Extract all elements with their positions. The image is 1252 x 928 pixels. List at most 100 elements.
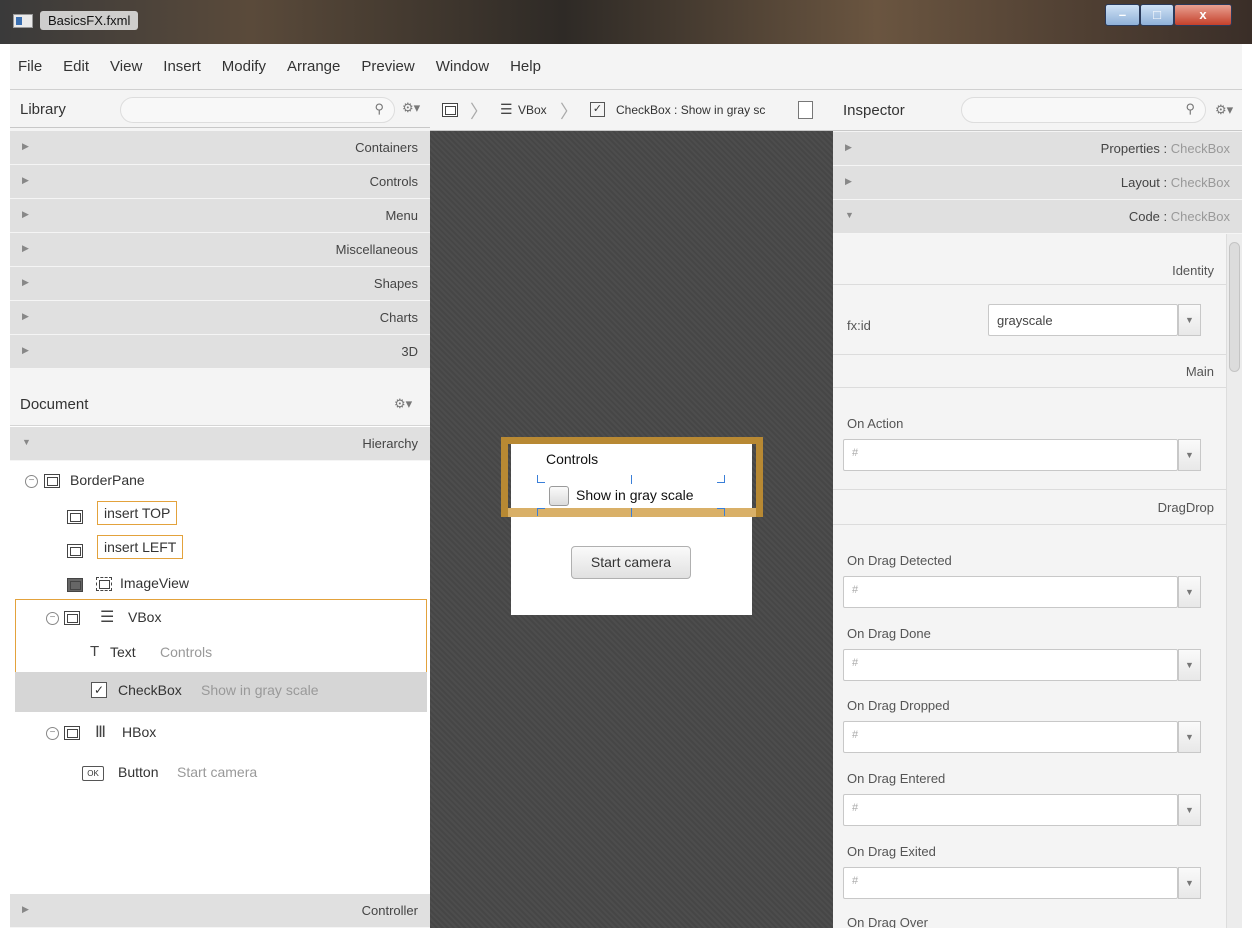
tree-label: BorderPane <box>70 472 145 488</box>
borderpane-crumb-icon[interactable] <box>442 103 458 117</box>
resize-handle[interactable] <box>537 475 545 483</box>
section-label: Controls <box>369 174 418 189</box>
section-name: Layout <box>1120 175 1160 190</box>
collapsed-arrow-icon: ▶ <box>22 175 29 185</box>
minimize-button[interactable]: – <box>1105 4 1140 26</box>
controller-section[interactable]: ▶ Controller <box>10 894 430 928</box>
inspector-scrollbar[interactable] <box>1226 234 1242 928</box>
document-header: Document ⚙▾ <box>10 376 430 426</box>
preview-checkbox-label[interactable]: Show in gray scale <box>576 487 694 503</box>
library-section-shapes[interactable]: ▶ Shapes <box>10 267 430 301</box>
insert-left-slot[interactable]: insert LEFT <box>97 535 184 559</box>
on-drag-done-field[interactable]: # <box>843 649 1178 681</box>
breadcrumb-separator-icon: 〉 <box>560 102 578 122</box>
section-target: CheckBox <box>1170 141 1230 156</box>
tree-item-hbox[interactable]: − Ⅲ HBox <box>10 714 430 754</box>
on-drag-done-dropdown-button[interactable]: ▼ <box>1178 649 1201 681</box>
region-center-icon <box>67 578 83 592</box>
inspector-code-body: Identity fx:id grayscale ▼ Main On Actio… <box>833 234 1226 928</box>
breadcrumb-vbox[interactable]: VBox <box>518 103 547 117</box>
on-drag-exited-field[interactable]: # <box>843 867 1178 899</box>
menu-insert[interactable]: Insert <box>163 58 201 75</box>
on-drag-detected-dropdown-button[interactable]: ▼ <box>1178 576 1201 608</box>
library-section-charts[interactable]: ▶ Charts <box>10 301 430 335</box>
document-gear-icon[interactable]: ⚙▾ <box>394 396 412 412</box>
tree-label: Text <box>110 644 136 660</box>
inspector-section-code[interactable]: ▼ Code : CheckBox <box>833 200 1242 234</box>
region-left-icon <box>67 544 83 558</box>
collapsed-arrow-icon: ▶ <box>22 209 29 219</box>
tree-item-text[interactable]: T Text Controls <box>10 634 430 674</box>
inspector-section-properties[interactable]: ▶ Properties : CheckBox <box>833 132 1242 166</box>
library-section-menu[interactable]: ▶ Menu <box>10 199 430 233</box>
section-label: Miscellaneous <box>335 242 418 257</box>
tree-item-button[interactable]: OK Button Start camera <box>10 754 430 794</box>
on-action-dropdown-button[interactable]: ▼ <box>1178 439 1201 471</box>
preview-checkbox[interactable] <box>549 486 569 506</box>
vbox-crumb-icon: ☰ <box>500 101 513 117</box>
section-label: Shapes <box>373 276 418 291</box>
collapse-icon[interactable]: − <box>46 612 59 625</box>
inspector-search-input[interactable]: ⚲ <box>961 97 1206 123</box>
menu-arrange[interactable]: Arrange <box>287 58 340 75</box>
menu-window[interactable]: Window <box>436 58 489 75</box>
library-gear-icon[interactable]: ⚙▾ <box>402 100 420 116</box>
vbox-icon: ☰ <box>100 609 115 626</box>
resize-handle[interactable] <box>537 508 545 516</box>
library-section-controls[interactable]: ▶ Controls <box>10 165 430 199</box>
app-icon <box>13 14 33 28</box>
resize-handle[interactable] <box>717 508 725 516</box>
inspector-section-layout[interactable]: ▶ Layout : CheckBox <box>833 166 1242 200</box>
on-drag-dropped-field[interactable]: # <box>843 721 1178 753</box>
fxid-dropdown-button[interactable]: ▼ <box>1178 304 1201 336</box>
document-icon[interactable] <box>798 101 813 119</box>
library-panel: Library ⚲ ⚙▾ ▶ Containers ▶ Controls ▶ Menu… <box>10 90 430 376</box>
resize-handle[interactable] <box>717 475 725 483</box>
on-drag-dropped-label: On Drag Dropped <box>847 698 950 713</box>
collapse-icon[interactable]: − <box>25 475 38 488</box>
collapse-icon[interactable]: − <box>46 727 59 740</box>
menu-help[interactable]: Help <box>510 58 541 75</box>
hierarchy-section[interactable]: ▼ Hierarchy <box>10 427 430 461</box>
on-action-field[interactable]: # <box>843 439 1178 471</box>
on-drag-entered-field[interactable]: # <box>843 794 1178 826</box>
menu-edit[interactable]: Edit <box>63 58 89 75</box>
section-name: Code <box>1128 209 1160 224</box>
on-action-label: On Action <box>847 416 904 431</box>
library-section-3d[interactable]: ▶ 3D <box>10 335 430 369</box>
tree-label: VBox <box>128 609 162 625</box>
inspector-gear-icon[interactable]: ⚙▾ <box>1215 102 1233 118</box>
scrollbar-thumb[interactable] <box>1229 242 1240 372</box>
breadcrumb-checkbox[interactable]: CheckBox : Show in gray sc <box>616 103 765 117</box>
controller-label: Controller <box>361 903 418 918</box>
on-drag-detected-field[interactable]: # <box>843 576 1178 608</box>
resize-handle[interactable] <box>631 508 632 517</box>
library-section-miscellaneous[interactable]: ▶ Miscellaneous <box>10 233 430 267</box>
tree-item-vbox[interactable]: − ☰ VBox <box>10 599 430 639</box>
resize-handle[interactable] <box>631 475 632 484</box>
search-icon: ⚲ <box>1185 101 1195 116</box>
fxid-label: fx:id <box>847 318 871 333</box>
hierarchy-label: Hierarchy <box>362 436 418 451</box>
menu-file[interactable]: File <box>18 58 42 75</box>
menu-preview[interactable]: Preview <box>361 58 414 75</box>
menu-view[interactable]: View <box>110 58 142 75</box>
tree-item-checkbox-selected[interactable]: ✓ CheckBox Show in gray scale <box>15 672 427 712</box>
fxid-field[interactable]: grayscale <box>988 304 1178 336</box>
on-drag-exited-dropdown-button[interactable]: ▼ <box>1178 867 1201 899</box>
close-button[interactable]: x <box>1174 4 1232 26</box>
library-search-input[interactable]: ⚲ <box>120 97 395 123</box>
preview-heading[interactable]: Controls <box>546 451 598 467</box>
breadcrumb-separator-icon: 〉 <box>470 102 488 122</box>
close-icon: x <box>1199 7 1207 22</box>
menu-modify[interactable]: Modify <box>222 58 266 75</box>
on-drag-entered-dropdown-button[interactable]: ▼ <box>1178 794 1201 826</box>
on-drag-dropped-dropdown-button[interactable]: ▼ <box>1178 721 1201 753</box>
preview-start-camera-button[interactable]: Start camera <box>571 546 691 579</box>
breadcrumb: 〉 ☰ VBox 〉 ✓ CheckBox : Show in gray sc <box>430 90 833 131</box>
tree-item-borderpane[interactable]: − BorderPane <box>10 462 430 502</box>
on-drag-exited-label: On Drag Exited <box>847 844 936 859</box>
maximize-button[interactable]: □ <box>1140 4 1174 26</box>
insert-top-slot[interactable]: insert TOP <box>97 501 178 525</box>
library-section-containers[interactable]: ▶ Containers <box>10 131 430 165</box>
